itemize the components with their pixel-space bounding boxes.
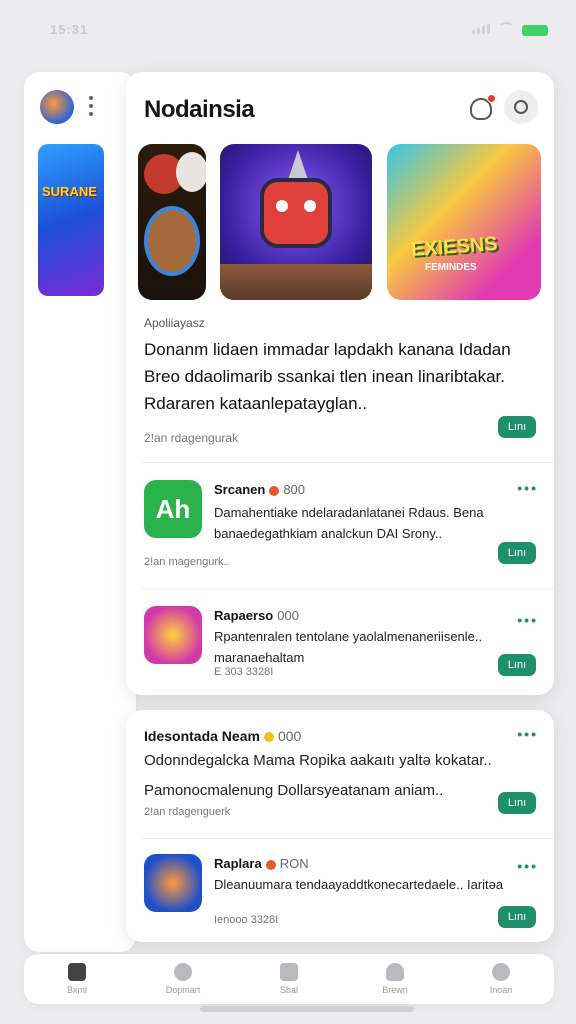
- app-name: Raplara RON: [214, 856, 309, 871]
- background-panel: SURANE: [24, 72, 136, 952]
- banner-art-text: SURANE: [42, 184, 97, 199]
- tab-apps[interactable]: Sbal: [254, 963, 324, 995]
- profile-icon: [386, 963, 404, 981]
- more-icon[interactable]: •••: [517, 612, 538, 628]
- app-description: Dleanuumara tendaayaddtkonecartedaele.. …: [214, 877, 504, 892]
- tab-profile[interactable]: Brewri: [360, 963, 430, 995]
- games-icon: [174, 963, 192, 981]
- banner-1[interactable]: [138, 144, 206, 300]
- divider: [142, 838, 554, 839]
- app-meta: E 303 3328I: [214, 666, 274, 678]
- app-meta: 2!an rdagenguerk: [144, 806, 231, 818]
- featured-meta: 2!an rdagengurak: [144, 431, 239, 445]
- app-icon: Ah: [144, 480, 202, 538]
- banner-carousel[interactable]: EXIESNS FEMINDES: [138, 144, 542, 300]
- get-button[interactable]: Lını: [498, 542, 536, 564]
- app-name: Srcanen 800: [214, 482, 306, 497]
- get-button[interactable]: Lını: [498, 416, 536, 438]
- status-time: 15:31: [50, 22, 89, 37]
- list-item[interactable]: Rapaerso 000 ••• Rpantenralen tentolane y…: [126, 604, 554, 694]
- app-description: Damahentiake ndelaradanlatanei Rdaus. Be…: [214, 505, 484, 541]
- banner-art-subtext: FEMINDES: [425, 262, 477, 273]
- home-indicator: [200, 1006, 414, 1012]
- home-icon: [68, 963, 86, 981]
- tab-settings[interactable]: Inoari: [466, 963, 536, 995]
- get-button[interactable]: Lını: [498, 906, 536, 928]
- app-name: Idesontada Neam 000: [144, 728, 302, 744]
- page-title: Nodainsia: [144, 96, 255, 123]
- kebab-menu-icon[interactable]: [88, 96, 94, 116]
- featured-category: Apoliiayasz: [144, 316, 205, 330]
- badge-icon: [263, 732, 274, 743]
- app-description: Rpantenralen tentolane yaolalmenaneriise…: [214, 629, 483, 665]
- settings-icon: [492, 963, 510, 981]
- notification-bell-icon[interactable]: [470, 94, 496, 120]
- menu-button[interactable]: [504, 90, 538, 124]
- signal-icon: [472, 24, 490, 34]
- more-icon[interactable]: •••: [517, 858, 538, 874]
- list-item[interactable]: Idesontada Neam 000 ••• Odonndegalcka Mam…: [126, 726, 554, 836]
- list-item[interactable]: Ah Srcanen 800 ••• Damahentiake ndelarada…: [126, 478, 554, 588]
- battery-icon: [522, 25, 548, 36]
- banner-3[interactable]: EXIESNS FEMINDES: [387, 144, 541, 300]
- get-button[interactable]: Lını: [498, 654, 536, 676]
- second-card: Idesontada Neam 000 ••• Odonndegalcka Mam…: [126, 710, 554, 942]
- get-button[interactable]: Lını: [498, 792, 536, 814]
- tab-home[interactable]: Bxml: [42, 963, 112, 995]
- badge-icon: [265, 859, 276, 870]
- app-icon: [144, 854, 202, 912]
- tab-games[interactable]: Dopmart: [148, 963, 218, 995]
- divider: [142, 462, 554, 463]
- app-meta: Ienooo 3328I: [214, 914, 279, 926]
- app-description: Odonndegalcka Mama Ropika aakaıtı yaltə …: [144, 752, 492, 799]
- apps-icon: [280, 963, 298, 981]
- list-item[interactable]: Raplara RON ••• Dleanuumara tendaayaddtko…: [126, 852, 554, 936]
- featured-section: Apoliiayasz Donanm lidaen immadar lapdak…: [144, 316, 540, 445]
- app-icon: [144, 606, 202, 664]
- divider: [142, 588, 554, 589]
- more-icon[interactable]: •••: [517, 726, 538, 742]
- wifi-icon: [498, 22, 514, 34]
- status-bar: 15:31: [0, 0, 576, 60]
- app-name: Rapaerso 000: [214, 608, 299, 623]
- banner-art-text: EXIESNS: [410, 233, 499, 261]
- badge-icon: [269, 485, 280, 496]
- background-banner[interactable]: SURANE: [38, 144, 104, 296]
- banner-2[interactable]: [220, 144, 372, 300]
- circle-icon: [514, 100, 528, 114]
- main-card: Nodainsia EXIESNS FEMINDES Apoliiayasz D…: [126, 72, 554, 695]
- notification-dot: [487, 94, 496, 103]
- more-icon[interactable]: •••: [517, 480, 538, 496]
- avatar[interactable]: [40, 90, 74, 124]
- app-meta: 2!an magengurk..: [144, 556, 230, 568]
- featured-description: Donanm lidaen immadar lapdakh kanana Ida…: [144, 340, 511, 413]
- bottom-tab-bar: Bxml Dopmart Sbal Brewri Inoari: [24, 954, 554, 1004]
